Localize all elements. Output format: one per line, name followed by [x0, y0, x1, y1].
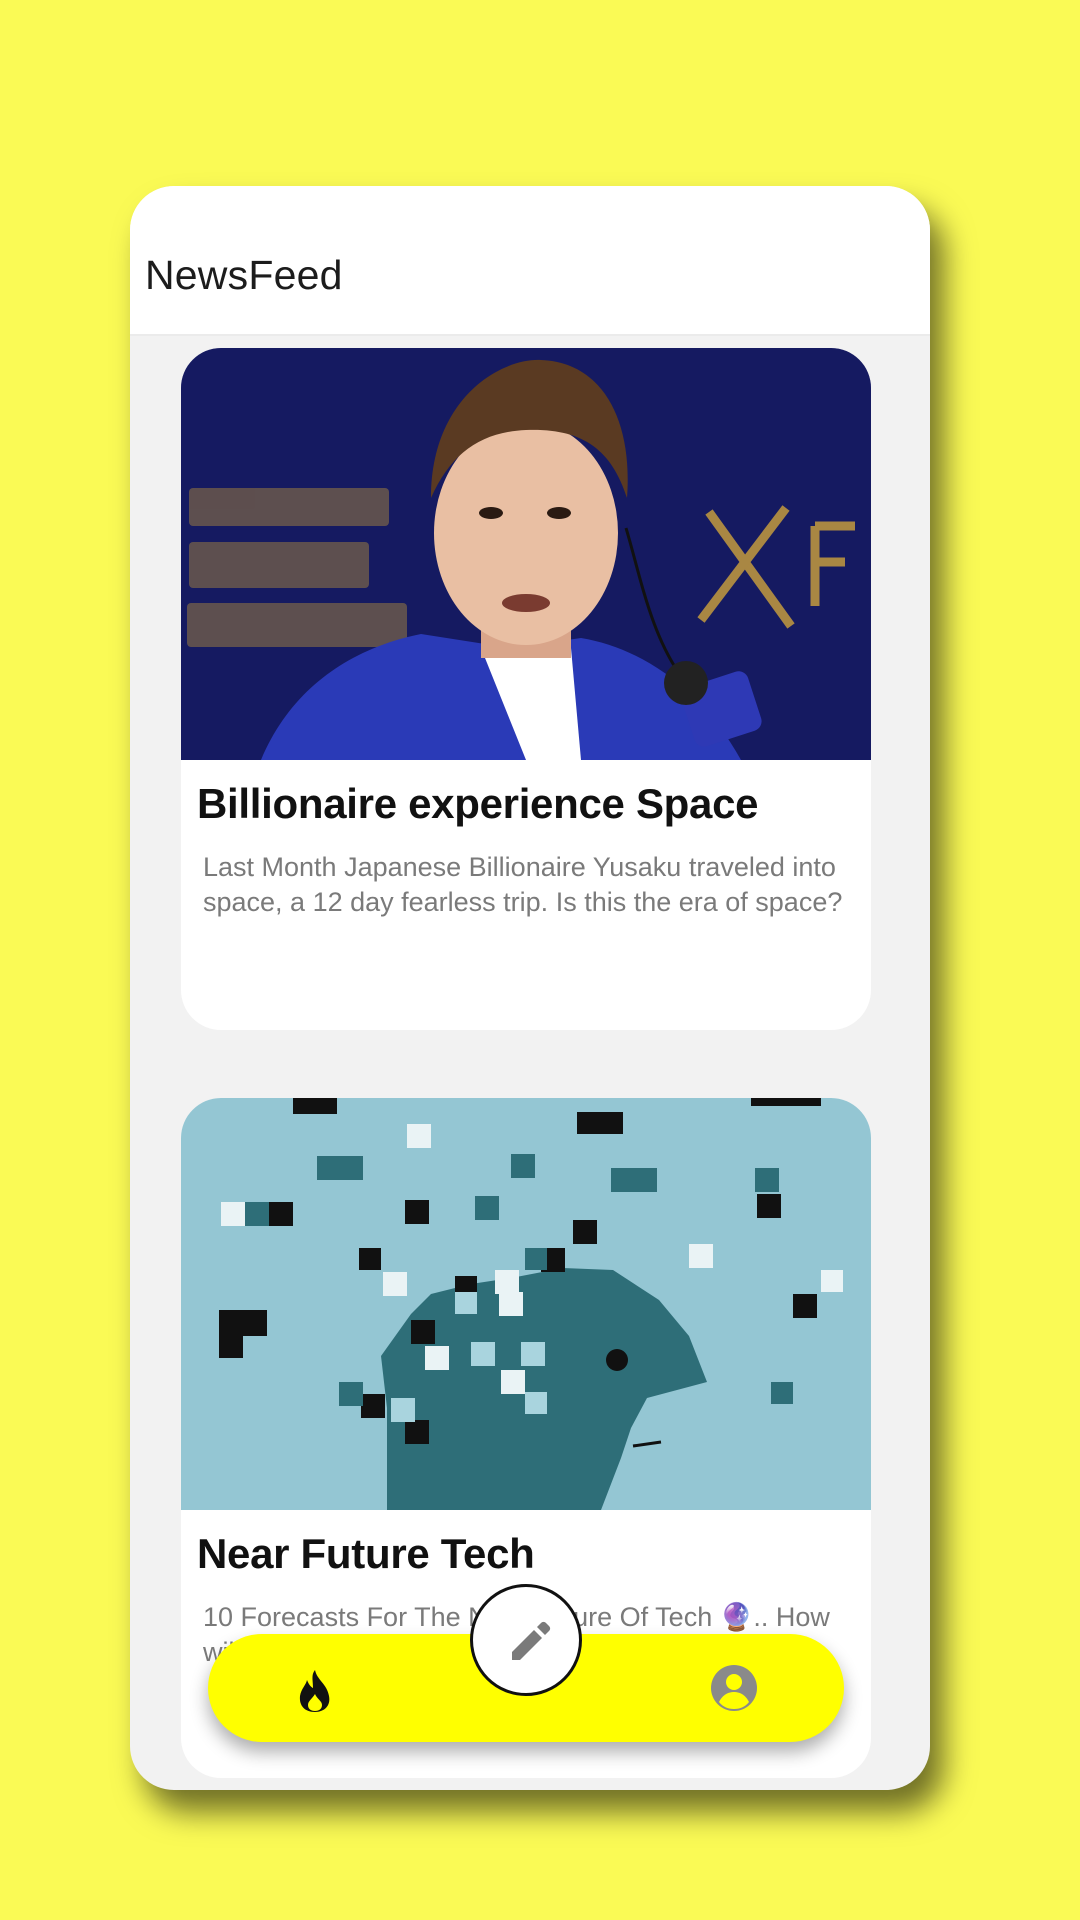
- app-bar: NewsFeed: [130, 186, 930, 336]
- app-frame: NewsFeed Billionaire experience Space La…: [130, 186, 930, 1790]
- news-card-image: [181, 348, 871, 760]
- fire-icon[interactable]: [295, 1668, 335, 1712]
- news-card-image: [181, 1098, 871, 1510]
- profile-icon[interactable]: [710, 1664, 758, 1712]
- news-card[interactable]: Billionaire experience Space Last Month …: [181, 348, 871, 1030]
- compose-button[interactable]: [470, 1584, 582, 1696]
- app-title: NewsFeed: [145, 252, 343, 298]
- news-card-description: Last Month Japanese Billionaire Yusaku t…: [203, 852, 843, 917]
- news-card-title: Near Future Tech: [197, 1530, 535, 1577]
- news-card-title: Billionaire experience Space: [197, 780, 759, 827]
